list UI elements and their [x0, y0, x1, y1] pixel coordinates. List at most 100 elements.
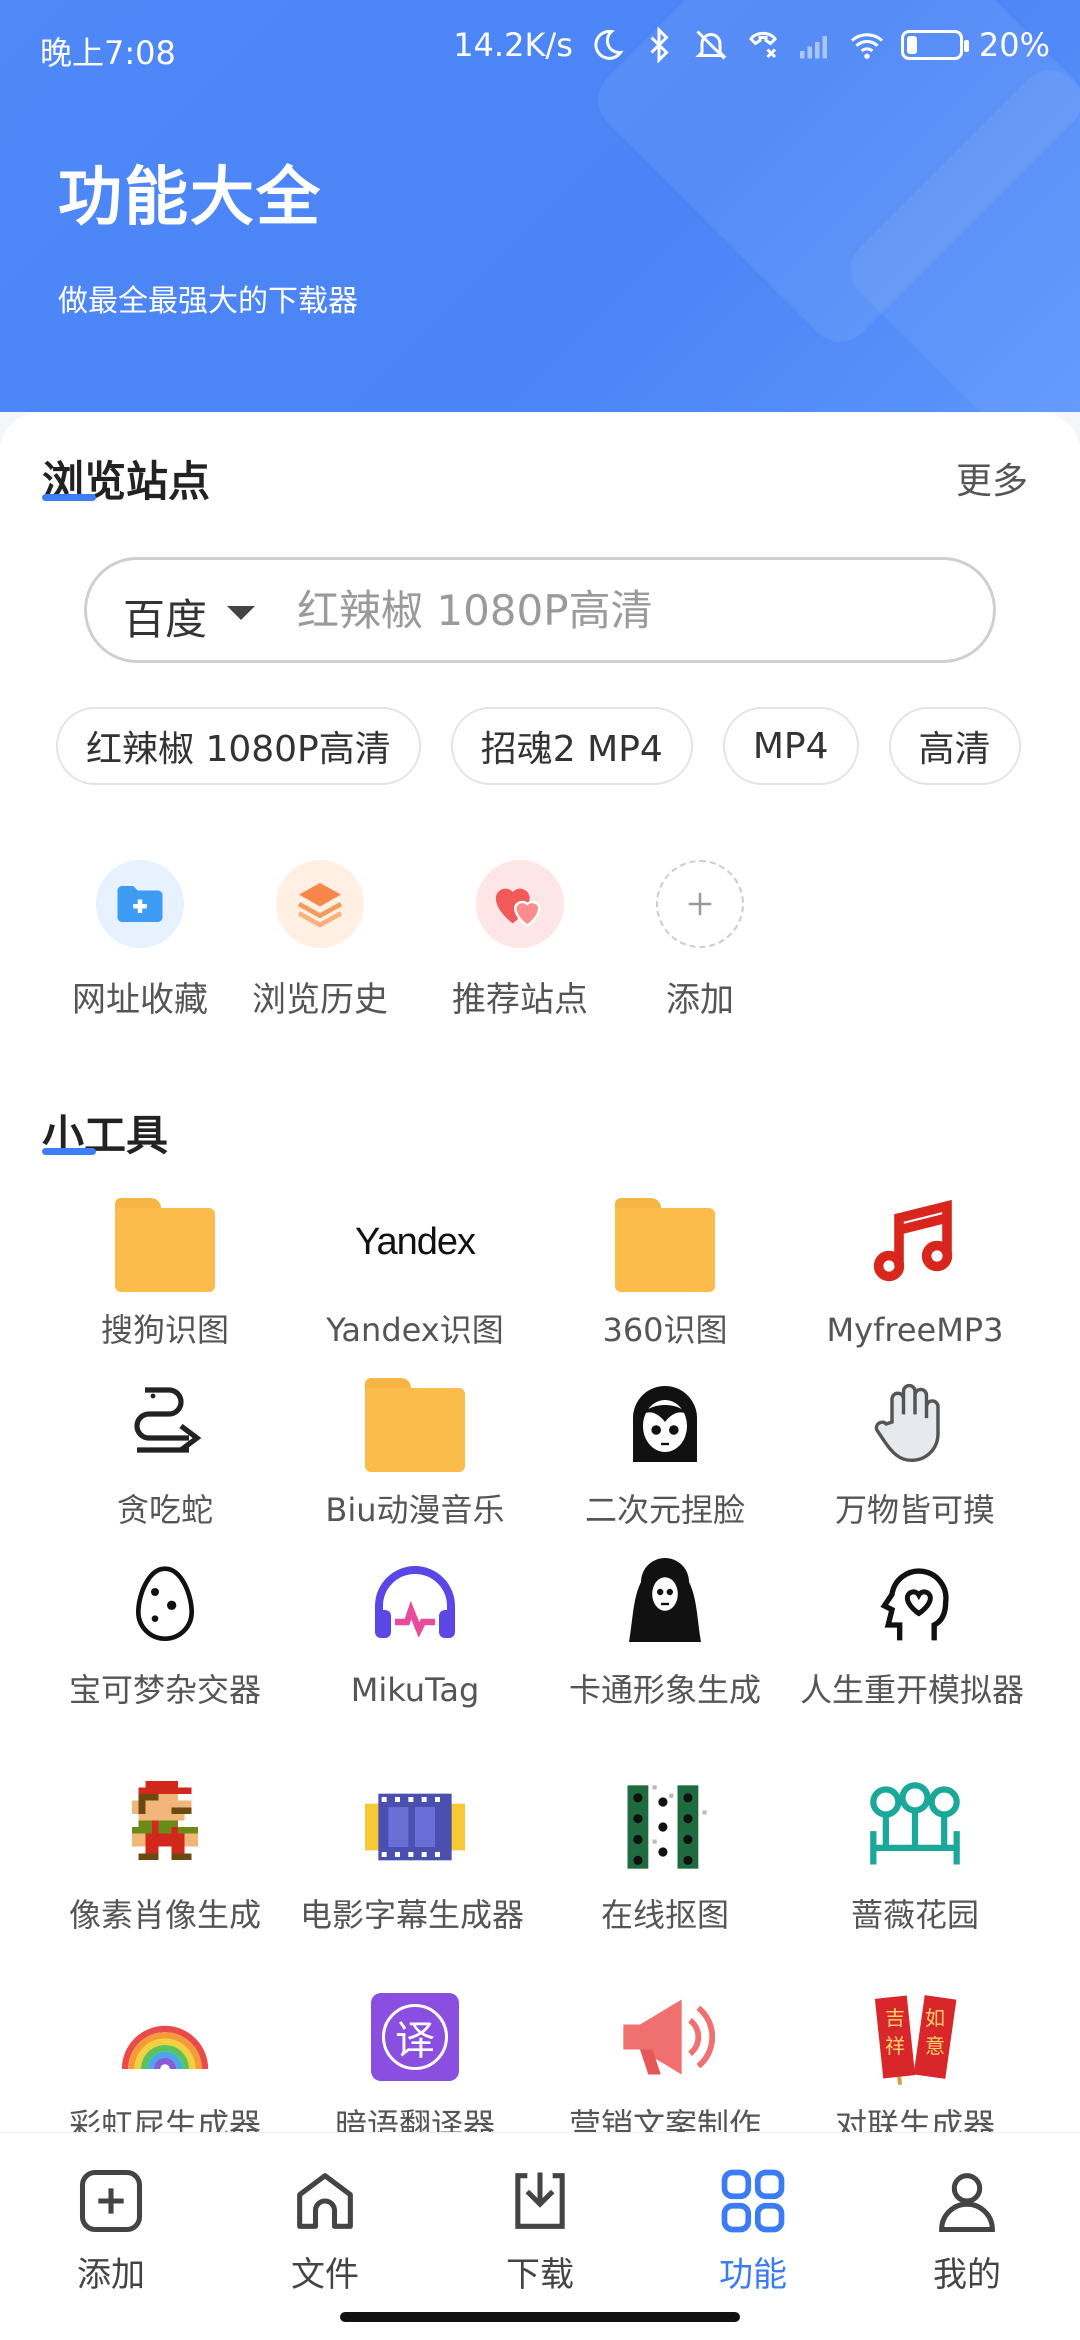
quick-links: 网址收藏 浏览历史 推荐站点 添加 [60, 860, 780, 1021]
tool-item[interactable]: 二次元捏脸 [540, 1372, 790, 1532]
search-engine-selector[interactable]: 百度 [123, 586, 207, 647]
user-icon [939, 2173, 995, 2233]
tool-item[interactable]: 营销文案制作 [540, 1987, 790, 2132]
suggestion-chip[interactable]: 高清 [888, 707, 1021, 785]
nav-item-add[interactable]: 添加 [36, 2163, 186, 2296]
suggestion-chips: 红辣椒 1080P高清 招魂2 MP4 MP4 高清 [56, 707, 1021, 785]
hand-icon [865, 1372, 965, 1472]
grid-icon [721, 2169, 785, 2233]
tool-item[interactable]: 彩虹屁生成器 [40, 1987, 290, 2132]
tool-item[interactable]: MikuTag [290, 1552, 540, 1712]
signal-icon [799, 36, 827, 59]
more-link[interactable]: 更多 [956, 452, 1028, 504]
nav-item-features[interactable]: 功能 [678, 2163, 828, 2296]
page-title: 功能大全 [58, 161, 322, 235]
nav-item-profile[interactable]: 我的 [892, 2163, 1042, 2296]
snake-icon [115, 1372, 215, 1472]
quick-link-bookmarks[interactable]: 网址收藏 [60, 860, 220, 1021]
tool-item[interactable]: 像素肖像生成 [40, 1777, 290, 1937]
couplet-icon: 吉祥如意 [865, 1987, 965, 2087]
svg-text:如: 如 [925, 2006, 945, 2030]
tool-label: 搜狗识图 [100, 1311, 229, 1349]
music-note-icon [865, 1192, 965, 1292]
tool-item[interactable]: 吉祥如意 对联生成器 [790, 1987, 1040, 2132]
tool-label: 蔷薇花园 [850, 1896, 979, 1934]
folder-icon [365, 1372, 465, 1472]
nav-item-download[interactable]: 下载 [465, 2163, 615, 2296]
tool-item[interactable]: 译 暗语翻译器 [290, 1987, 540, 2132]
battery-icon [900, 30, 969, 60]
bottom-nav: 添加 文件 下载 功能 我的 [0, 2132, 1080, 2340]
svg-text:吉: 吉 [885, 2006, 905, 2030]
mute-bell-icon [695, 30, 727, 60]
section-underline [42, 1148, 96, 1155]
anime-face-icon [615, 1372, 715, 1472]
nav-item-files[interactable]: 文件 [250, 2163, 400, 2296]
tool-item[interactable]: 卡通形象生成 [540, 1552, 790, 1712]
megaphone-icon [615, 1987, 715, 2087]
quick-link-label: 网址收藏 [72, 980, 208, 1020]
pixel-mario-icon [115, 1777, 215, 1877]
nav-label: 功能 [719, 2255, 787, 2295]
tool-item[interactable]: 人生重开模拟器 [790, 1552, 1040, 1712]
tool-label: 人生重开模拟器 [800, 1671, 1025, 1709]
home-file-icon [297, 2173, 353, 2229]
status-bar: 晚上7:08 14.2K/s 20% [0, 0, 1080, 96]
caret-down-icon[interactable] [227, 606, 255, 620]
tool-label: 360识图 [602, 1311, 728, 1349]
nav-label: 文件 [291, 2255, 359, 2295]
status-time: 晚上7:08 [40, 34, 176, 72]
tool-label: 在线抠图 [600, 1896, 729, 1934]
tool-item[interactable]: 在线抠图 [540, 1777, 790, 1937]
quick-link-recommended[interactable]: 推荐站点 [420, 860, 620, 1021]
page-subtitle: 做最全最强大的下载器 [58, 284, 358, 319]
suggestion-chip[interactable]: 红辣椒 1080P高清 [56, 707, 421, 785]
svg-text:意: 意 [925, 2034, 945, 2058]
suggestion-chip[interactable]: 招魂2 MP4 [450, 707, 693, 785]
quick-link-label: 添加 [666, 980, 734, 1020]
ghost-mask-icon [615, 1552, 715, 1652]
folder-icon [615, 1192, 715, 1292]
tool-item[interactable]: 蔷薇花园 [790, 1777, 1040, 1937]
tool-item[interactable]: Biu动漫音乐 [290, 1372, 540, 1532]
tool-label: 营销文案制作 [568, 2106, 761, 2132]
cutout-grid-icon [615, 1777, 715, 1877]
headphones-icon [365, 1552, 465, 1652]
head-heart-icon [865, 1552, 965, 1652]
section-underline [42, 494, 96, 501]
home-indicator[interactable] [340, 2312, 740, 2322]
tool-label: 万物皆可摸 [834, 1491, 995, 1529]
quick-link-add[interactable]: 添加 [620, 860, 780, 1021]
egg-icon [115, 1552, 215, 1652]
search-box[interactable]: 百度 [84, 557, 996, 663]
film-strip-icon [365, 1777, 465, 1877]
plus-icon [656, 860, 744, 948]
tool-item[interactable]: 贪吃蛇 [40, 1372, 290, 1532]
tool-item[interactable]: 万物皆可摸 [790, 1372, 1040, 1532]
tool-label: 电影字幕生成器 [300, 1896, 525, 1934]
tool-item[interactable]: 搜狗识图 [40, 1192, 290, 1352]
yandex-logo-icon: Yandex [354, 1220, 476, 1263]
tool-label: Yandex识图 [326, 1311, 504, 1349]
suggestion-chip[interactable]: MP4 [722, 707, 859, 785]
quick-link-history[interactable]: 浏览历史 [220, 860, 420, 1021]
nav-label: 添加 [77, 2255, 145, 2295]
search-input[interactable] [297, 578, 957, 642]
call-icon [748, 31, 777, 59]
tool-item[interactable]: 电影字幕生成器 [290, 1777, 540, 1937]
hearts-icon [476, 860, 564, 948]
moon-icon [594, 29, 624, 60]
nav-label: 我的 [933, 2255, 1001, 2295]
tool-item[interactable]: Yandex Yandex识图 [290, 1192, 540, 1352]
quick-link-label: 浏览历史 [252, 980, 388, 1020]
translate-icon: 译 [365, 1987, 465, 2087]
tool-label: MyfreeMP3 [826, 1311, 1004, 1349]
layers-icon [276, 860, 364, 948]
tool-item[interactable]: 360识图 [540, 1192, 790, 1352]
tool-item[interactable]: MyfreeMP3 [790, 1192, 1040, 1352]
folder-plus-icon [96, 860, 184, 948]
folder-icon [115, 1192, 215, 1292]
tool-item[interactable]: 宝可梦杂交器 [40, 1552, 290, 1712]
header-banner: 晚上7:08 14.2K/s 20% 功能大全 做最全最强大的下载器 [0, 0, 1080, 412]
svg-text:祥: 祥 [885, 2034, 905, 2058]
